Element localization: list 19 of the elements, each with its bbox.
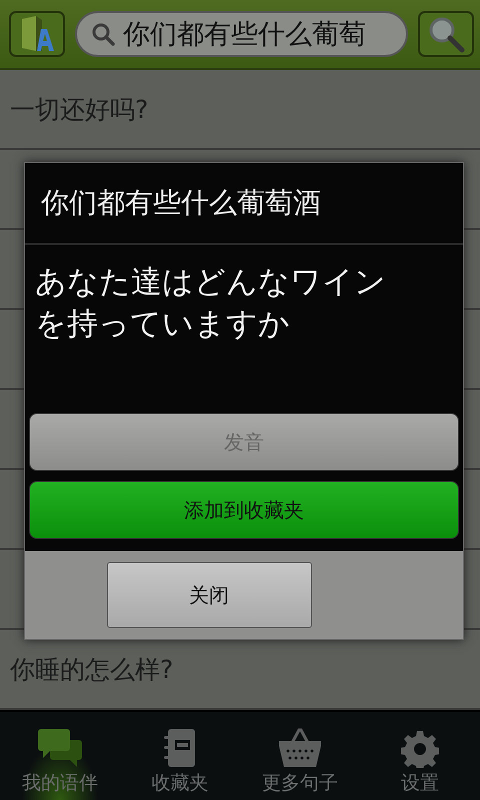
dialog-title: 你们都有些什么葡萄酒	[25, 163, 463, 245]
close-button[interactable]: 关闭	[106, 562, 312, 628]
book-icon	[19, 15, 55, 53]
dialog-message: あなた達はどんなワインを持っていますか	[34, 263, 387, 344]
basket-icon	[278, 728, 322, 768]
search-button[interactable]	[418, 11, 474, 57]
app-logo-button[interactable]	[9, 11, 65, 57]
search-icon	[91, 22, 115, 46]
nav-tab[interactable]: 收藏夹	[120, 712, 240, 800]
notebook-icon	[163, 728, 197, 768]
add-favorite-button[interactable]: 添加到收藏夹	[29, 481, 459, 539]
nav-tab[interactable]: 设置	[360, 712, 480, 800]
nav-tab[interactable]: 更多句子	[240, 712, 360, 800]
phrase-item[interactable]: 你睡的怎么样?	[10, 652, 174, 686]
chat-bubbles-icon	[37, 728, 83, 768]
phrase-item[interactable]: 一切还好吗?	[10, 92, 148, 126]
search-icon	[427, 15, 465, 53]
search-field[interactable]: 你们都有些什么葡萄	[75, 11, 408, 57]
gear-icon	[401, 730, 439, 768]
